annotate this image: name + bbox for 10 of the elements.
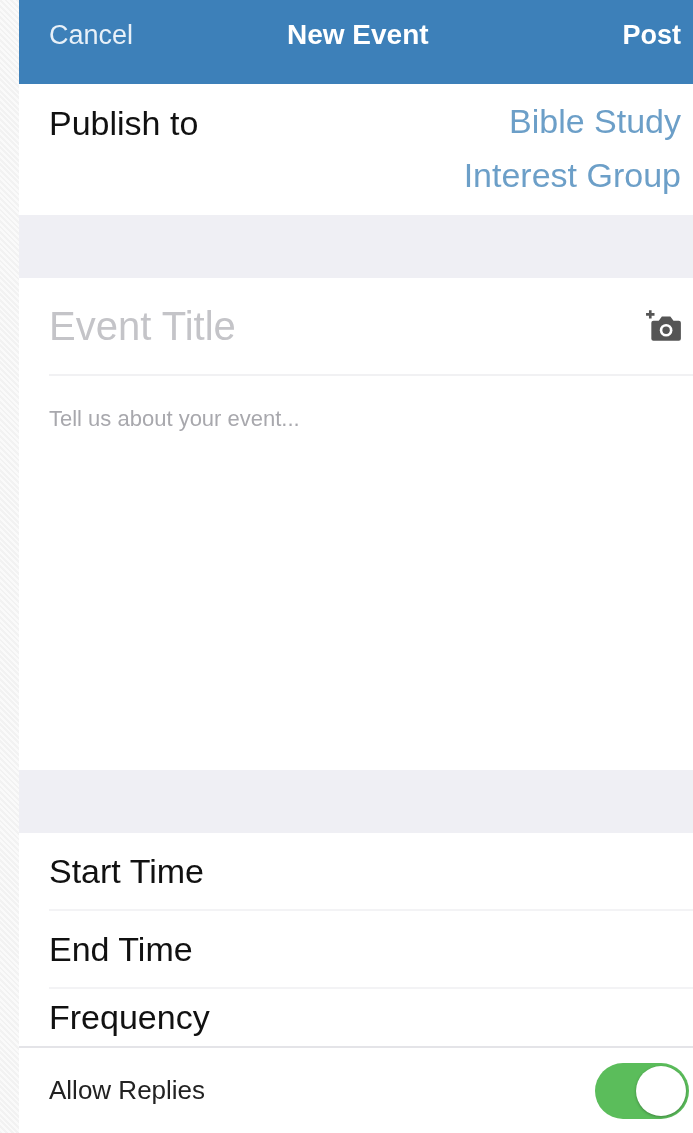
setting-label[interactable]: Start Time <box>49 851 204 891</box>
cancel-button[interactable]: Cancel <box>49 19 134 51</box>
setting-label[interactable]: End Time <box>49 929 193 969</box>
post-button[interactable]: Post <box>622 19 681 51</box>
setting-label[interactable]: Frequency <box>49 998 210 1037</box>
screen-title: New Event <box>286 19 429 51</box>
add-photo-icon[interactable] <box>645 310 683 342</box>
title-field[interactable]: Event Title <box>49 303 645 349</box>
allow-replies-label: Allow Replies <box>49 1075 206 1106</box>
publish-label: Publish to <box>49 104 199 143</box>
